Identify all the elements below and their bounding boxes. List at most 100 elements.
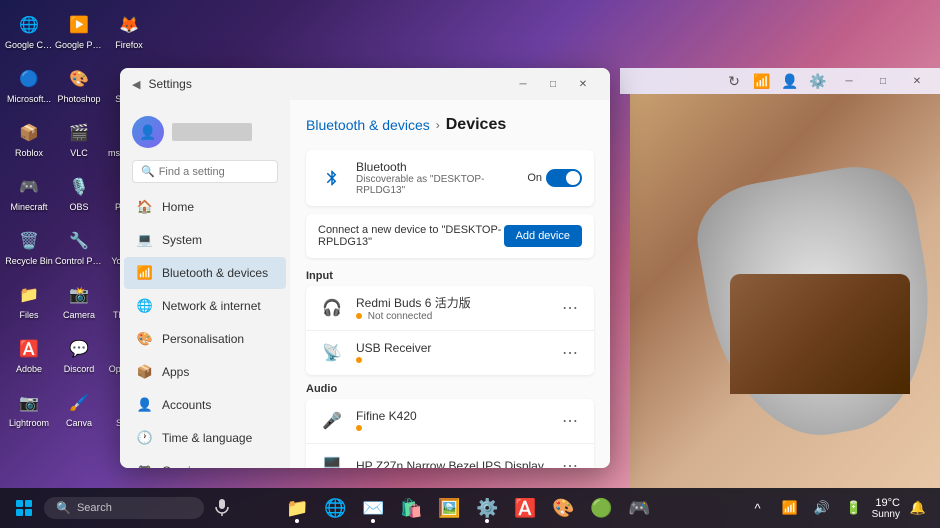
taskbar-icon-edge[interactable]: 🌐 (317, 490, 353, 526)
input-device-group: 🎧 Redmi Buds 6 活力版 Not connected ⋯ 📡 (306, 286, 594, 375)
taskbar-clock[interactable]: 19°C Sunny (872, 497, 900, 520)
hand-shape (730, 274, 910, 394)
back-arrow-icon[interactable]: ◀ (132, 78, 140, 91)
taskbar-icon-mail[interactable]: ✉️ (355, 490, 391, 526)
voice-icon[interactable] (208, 494, 236, 522)
minimize-btn[interactable]: ─ (508, 74, 538, 94)
desktop-icon-camera[interactable]: 📸Camera (55, 275, 103, 327)
sidebar-item-apps[interactable]: 📦 Apps (124, 356, 286, 388)
sidebar-item-gaming[interactable]: 🎮 Gaming (124, 455, 286, 468)
sidebar-item-system[interactable]: 💻 System (124, 224, 286, 256)
window-title: Settings (148, 77, 508, 91)
input-device-name-0: Redmi Buds 6 活力版 (356, 294, 558, 311)
desktop-icon-adobe[interactable]: 🅰️Adobe (5, 329, 53, 381)
settings-window: ◀ Settings ─ □ ✕ 👤 🔍 (120, 68, 610, 468)
minimize-button[interactable]: ─ (834, 71, 864, 91)
sidebar-item-bluetooth[interactable]: 📶 Bluetooth & devices (124, 257, 286, 289)
taskbar-search-icon: 🔍 (56, 501, 71, 515)
audio-device-name-1: HP Z27n Narrow Bezel IPS Display (356, 459, 558, 468)
desktop-icon-apps[interactable]: 📦Roblox (5, 113, 53, 165)
input-device-icon-1: 📡 (318, 339, 346, 367)
desktop-icon-lightroom[interactable]: 📷Lightroom (5, 383, 53, 435)
taskbar-icon-settings-taskbar[interactable]: ⚙️ (469, 490, 505, 526)
sidebar-item-personalisation[interactable]: 🎨 Personalisation (124, 323, 286, 355)
gaming-icon: 🎮 (136, 462, 154, 468)
desktop-icon-google-play[interactable]: ▶️Google Play (55, 5, 103, 57)
desktop-icon-edge[interactable]: 🔵Microsoft... (5, 59, 53, 111)
sidebar-search-box[interactable]: 🔍 (132, 160, 278, 183)
desktop-icon-discord[interactable]: 💬Discord (55, 329, 103, 381)
desktop-icon-firefox[interactable]: 🦊Firefox (105, 5, 153, 57)
search-input[interactable] (159, 166, 269, 178)
taskbar-icon-photos-taskbar[interactable]: 🖼️ (431, 490, 467, 526)
desktop-icon-recyclebin[interactable]: 🗑️Recycle Bin (5, 221, 53, 273)
input-device-status-1 (356, 355, 558, 366)
desktop-icon-controlpanel[interactable]: 🔧Control Panel (55, 221, 103, 273)
maximize-button[interactable]: □ (868, 71, 898, 91)
close-btn[interactable]: ✕ (568, 74, 598, 94)
taskbar-icon-store[interactable]: 🛍️ (393, 490, 429, 526)
desktop-icon-vlc[interactable]: 🎬VLC (55, 113, 103, 165)
top-settings-icon[interactable]: ⚙️ (806, 69, 830, 93)
taskbar-icon-adobe-taskbar[interactable]: 🅰️ (507, 490, 543, 526)
taskbar-dot-mail (371, 519, 375, 523)
audio-device-more-0[interactable]: ⋯ (558, 411, 582, 431)
desktop-icons-area: 🌐Google Ch... 🔵Microsoft... 📦Roblox 🎮Min… (0, 0, 110, 490)
desktop-icon-files[interactable]: 📁Files (5, 275, 53, 327)
sidebar-item-network[interactable]: 🌐 Network & internet (124, 290, 286, 322)
audio-device-more-1[interactable]: ⋯ (558, 456, 582, 468)
window-body: 👤 🔍 🏠 Home 💻 System (120, 100, 610, 468)
taskbar-dot-explorer (295, 519, 299, 523)
wifi-icon[interactable]: 📶 (750, 69, 774, 93)
breadcrumb-parent[interactable]: Bluetooth & devices (306, 117, 430, 133)
taskbar-icon-ps-taskbar[interactable]: 🎨 (545, 490, 581, 526)
battery-icon[interactable]: 🔋 (840, 494, 868, 522)
add-device-button[interactable]: Add device (504, 225, 582, 247)
desktop-icon-obs[interactable]: 🎙️OBS (55, 167, 103, 219)
taskbar-dot-settings (485, 519, 489, 523)
clock-weather: Sunny (872, 509, 900, 520)
desktop-icon-canva[interactable]: 🖌️Canva (55, 383, 103, 435)
audio-device-row-0[interactable]: 🎤 Fifine K420 ⋯ (306, 399, 594, 444)
taskbar-chevron-icon[interactable]: ^ (744, 494, 772, 522)
clock-time: 19°C (875, 497, 900, 509)
taskbar-icon-browser2[interactable]: 🟢 (583, 490, 619, 526)
taskbar-icon-game-taskbar[interactable]: 🎮 (621, 490, 657, 526)
bluetooth-desc: Discoverable as "DESKTOP-RPLDG13" (356, 174, 527, 196)
bluetooth-toggle[interactable] (546, 169, 582, 187)
taskbar-icon-explorer[interactable]: 📁 (279, 490, 315, 526)
start-button[interactable] (8, 492, 40, 524)
input-device-status-0: Not connected (356, 311, 558, 322)
input-device-more-1[interactable]: ⋯ (558, 343, 582, 363)
input-device-row-0[interactable]: 🎧 Redmi Buds 6 活力版 Not connected ⋯ (306, 286, 594, 331)
sidebar-item-time[interactable]: 🕐 Time & language (124, 422, 286, 454)
username-box (172, 123, 278, 141)
input-device-icon-0: 🎧 (318, 294, 346, 322)
top-user-icon[interactable]: 👤 (778, 69, 802, 93)
desktop-icon-ps[interactable]: 🎨Photoshop (55, 59, 103, 111)
volume-icon[interactable]: 🔊 (808, 494, 836, 522)
network-tray-icon[interactable]: 📶 (776, 494, 804, 522)
personalisation-icon: 🎨 (136, 330, 154, 348)
taskbar-right-area: ^ 📶 🔊 🔋 19°C Sunny 🔔 (744, 494, 932, 522)
maximize-btn[interactable]: □ (538, 74, 568, 94)
notification-icon[interactable]: 🔔 (904, 494, 932, 522)
windows-logo (16, 500, 32, 516)
audio-status-dot-0 (356, 425, 362, 431)
desktop-icon-games[interactable]: 🎮Minecraft (5, 167, 53, 219)
photo-area (630, 94, 940, 494)
audio-device-status-0 (356, 423, 558, 434)
audio-device-info-1: HP Z27n Narrow Bezel IPS Display (356, 459, 558, 468)
sidebar-item-home[interactable]: 🏠 Home (124, 191, 286, 223)
sidebar: 👤 🔍 🏠 Home 💻 System (120, 100, 290, 468)
input-device-more-0[interactable]: ⋯ (558, 298, 582, 318)
time-icon: 🕐 (136, 429, 154, 447)
close-button[interactable]: ✕ (902, 71, 932, 91)
taskbar-search-box[interactable]: 🔍 Search (44, 497, 204, 519)
desktop-icon-chrome[interactable]: 🌐Google Ch... (5, 5, 53, 57)
audio-device-row-1[interactable]: 🖥️ HP Z27n Narrow Bezel IPS Display ⋯ (306, 444, 594, 468)
breadcrumb: Bluetooth & devices › Devices (306, 116, 594, 134)
refresh-icon[interactable]: ↻ (722, 69, 746, 93)
input-device-row-1[interactable]: 📡 USB Receiver ⋯ (306, 331, 594, 375)
sidebar-item-accounts[interactable]: 👤 Accounts (124, 389, 286, 421)
